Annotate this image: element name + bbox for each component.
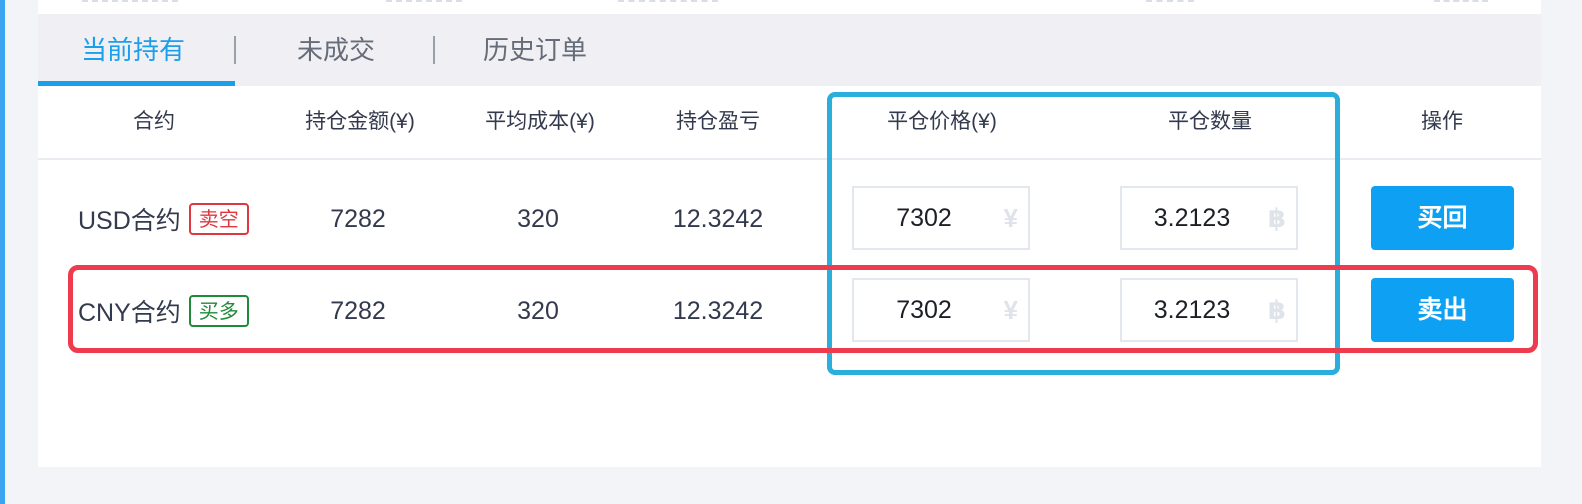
tab-open-orders[interactable]: 未成交 — [297, 14, 375, 86]
column-header-contract: 合约 — [133, 110, 175, 133]
table-header: 合约 持仓金额(¥) 平均成本(¥) 持仓盈亏 平仓价格(¥) 平仓数量 操作 — [38, 86, 1541, 160]
divider — [386, 0, 462, 4]
position-amount: 7282 — [330, 297, 386, 325]
side-badge: 卖空 — [188, 203, 249, 235]
close-quantity-value: 3.2123 — [1153, 296, 1231, 324]
divider — [82, 0, 178, 4]
tab-order-history[interactable]: 历史订单 — [483, 14, 587, 86]
yuan-icon: ¥ — [1003, 203, 1018, 233]
close-quantity-value: 3.2123 — [1153, 204, 1231, 232]
average-cost: 320 — [517, 205, 559, 233]
close-price-input[interactable]: 7302 ¥ — [852, 186, 1030, 250]
left-edge-bar — [0, 0, 5, 504]
table-row: CNY合约 买多 7282 320 12.3242 7302 ¥ 3.2123 … — [38, 266, 1541, 356]
column-header-position-amount: 持仓金额(¥) — [305, 110, 415, 133]
column-header-close-quantity: 平仓数量 — [1168, 110, 1252, 133]
contract-name: CNY合约 — [78, 299, 181, 327]
contract-cell: CNY合约 买多 — [78, 266, 249, 356]
sell-button[interactable]: 卖出 — [1371, 278, 1514, 342]
contract-name: USD合约 — [78, 207, 181, 235]
position-pnl: 12.3242 — [672, 205, 764, 233]
bitcoin-icon: ฿ — [1267, 203, 1286, 233]
close-price-value: 7302 — [896, 296, 952, 324]
tab-separator — [433, 36, 435, 64]
buy-back-button[interactable]: 买回 — [1371, 186, 1514, 250]
top-strip — [38, 0, 1541, 14]
positions-panel: 当前持有 未成交 历史订单 合约 持仓金额(¥) 平均成本(¥) 持仓盈亏 平仓… — [38, 14, 1541, 467]
side-badge: 买多 — [188, 295, 249, 327]
close-quantity-input[interactable]: 3.2123 ฿ — [1120, 278, 1298, 342]
tab-separator — [234, 36, 236, 64]
position-amount: 7282 — [330, 205, 386, 233]
tab-bar: 当前持有 未成交 历史订单 — [38, 14, 1541, 86]
table-row: USD合约 卖空 7282 320 12.3242 7302 ¥ 3.2123 … — [38, 174, 1541, 264]
divider — [618, 0, 718, 4]
column-header-pnl: 持仓盈亏 — [676, 110, 760, 133]
bitcoin-icon: ฿ — [1267, 295, 1286, 325]
contract-cell: USD合约 卖空 — [78, 174, 249, 264]
average-cost: 320 — [517, 297, 559, 325]
column-header-action: 操作 — [1421, 110, 1463, 133]
tab-current-holdings[interactable]: 当前持有 — [81, 14, 185, 86]
divider — [1434, 0, 1488, 4]
divider — [1146, 0, 1194, 4]
close-price-value: 7302 — [896, 204, 952, 232]
column-header-average-cost: 平均成本(¥) — [485, 110, 595, 133]
column-header-close-price: 平仓价格(¥) — [887, 110, 997, 133]
close-quantity-input[interactable]: 3.2123 ฿ — [1120, 186, 1298, 250]
position-pnl: 12.3242 — [672, 297, 764, 325]
yuan-icon: ¥ — [1003, 295, 1018, 325]
close-price-input[interactable]: 7302 ¥ — [852, 278, 1030, 342]
